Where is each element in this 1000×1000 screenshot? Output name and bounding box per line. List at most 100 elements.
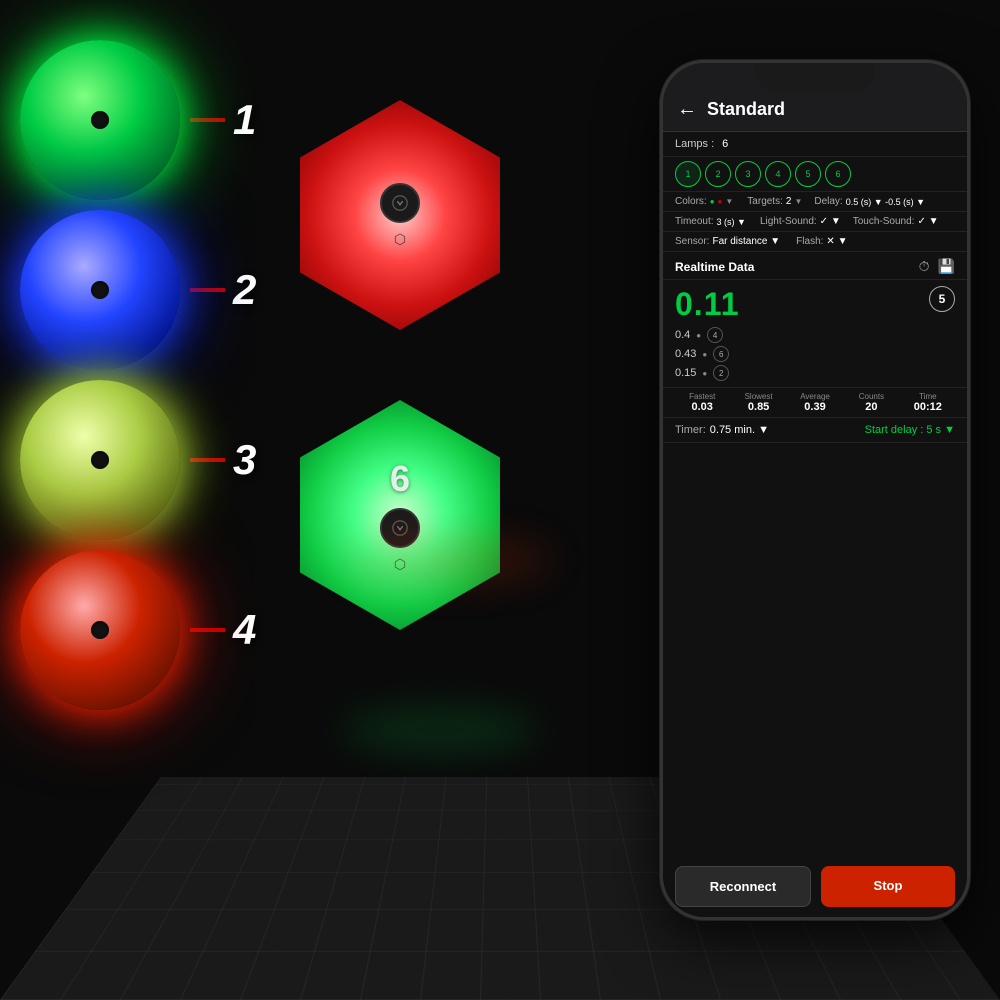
- touch-sound-value[interactable]: ✓ ▼: [917, 216, 938, 227]
- timeout-config: Timeout: 3 (s) ▼: [675, 216, 746, 227]
- data-row-1: 0.4 ● 4: [675, 327, 955, 343]
- clock-icon[interactable]: ⏱: [919, 258, 930, 275]
- ball-item-1: 1: [20, 40, 256, 200]
- hex-inner-red: ⬡: [380, 183, 420, 248]
- lamps-count: 6: [722, 138, 728, 150]
- hex-container-green: 6 ⬡: [300, 400, 500, 630]
- flash-value[interactable]: ✕ ▼: [826, 236, 847, 247]
- timer-left: Timer: 0.75 min. ▼: [675, 424, 769, 436]
- targets-label: Targets:: [747, 196, 783, 207]
- ball-center-dot-3: [91, 451, 109, 469]
- delay-label: Delay:: [814, 196, 842, 207]
- targets-arrow[interactable]: ▼: [794, 197, 802, 206]
- lamps-label: Lamps :: [675, 138, 714, 150]
- timer-label: Timer:: [675, 424, 706, 436]
- lamp-icon-1[interactable]: 1: [675, 161, 701, 187]
- realtime-header: Realtime Data ⏱ 💾: [663, 252, 967, 280]
- ball-label-3: 3: [190, 436, 256, 484]
- main-realtime-value: 0.11: [675, 286, 740, 323]
- light-sound-label: Light-Sound:: [760, 216, 817, 227]
- lamp-icon-2[interactable]: 2: [705, 161, 731, 187]
- sensor-label: Sensor:: [675, 236, 709, 247]
- delay-value: 0.5 (s) ▼ -0.5 (s) ▼: [846, 197, 925, 207]
- data-first-row: 0.11 5: [663, 280, 967, 325]
- slowest-value: 0.85: [748, 401, 769, 413]
- sensor-value[interactable]: Far distance ▼: [712, 236, 780, 247]
- ball-label-4: 4: [190, 606, 256, 654]
- stop-button[interactable]: Stop: [821, 866, 955, 907]
- lamp-icon-6[interactable]: 6: [825, 161, 851, 187]
- targets-value: 2: [786, 196, 792, 207]
- average-label: Average: [800, 392, 830, 401]
- ball-center-dot-2: [91, 281, 109, 299]
- save-icon[interactable]: 💾: [938, 258, 955, 275]
- lamp-icon-4[interactable]: 4: [765, 161, 791, 187]
- flash-label: Flash:: [796, 236, 823, 247]
- hexagon-green: 6 ⬡: [300, 400, 500, 630]
- app-title: Standard: [707, 99, 785, 120]
- dot-red: ●: [718, 197, 723, 206]
- label-dash-2: [190, 288, 225, 292]
- hex-green-glow: [340, 710, 540, 750]
- time-value: 00:12: [914, 401, 942, 413]
- data-rows: 0.4 ● 4 0.43 ● 6 0.15 ● 2: [663, 327, 967, 387]
- ball-item-4: 4: [20, 550, 256, 710]
- ball-number-1: 1: [233, 96, 256, 144]
- sub-num-2: 6: [713, 346, 729, 362]
- stat-average: Average 0.39: [788, 392, 842, 413]
- ball-green: [20, 40, 180, 200]
- ball-item-2: 2: [20, 210, 256, 370]
- main-badge: 5: [929, 286, 955, 312]
- sub-value-3: 0.15: [675, 367, 696, 379]
- ball-label-2: 2: [190, 266, 256, 314]
- hex-number-green: 6: [390, 458, 410, 500]
- lamps-row: Lamps : 6: [663, 132, 967, 157]
- lamp-icon-5[interactable]: 5: [795, 161, 821, 187]
- colors-arrow[interactable]: ▼: [725, 197, 733, 206]
- sub-num-3: 2: [713, 365, 729, 381]
- phone-container: ← Standard Lamps : 6 1 2 3 4 5 6: [660, 60, 970, 920]
- average-value: 0.39: [804, 401, 825, 413]
- timer-row: Timer: 0.75 min. ▼ Start delay : 5 s ▼: [663, 418, 967, 443]
- light-sound-config: Light-Sound: ✓ ▼: [760, 216, 841, 227]
- dot-green: ●: [710, 197, 715, 206]
- fastest-label: Fastest: [689, 392, 715, 401]
- slowest-label: Slowest: [745, 392, 773, 401]
- stat-slowest: Slowest 0.85: [731, 392, 785, 413]
- targets-config: Targets: 2 ▼: [747, 196, 802, 207]
- sub-dot-2: ●: [702, 350, 707, 359]
- config-row-1: Colors: ● ● ▼ Targets: 2 ▼ Delay: 0.5 (s…: [663, 192, 967, 212]
- time-label: Time: [919, 392, 936, 401]
- label-dash-1: [190, 118, 225, 122]
- back-button[interactable]: ←: [677, 98, 697, 121]
- hexagons-section: ⬡ 6 ⬡: [300, 100, 500, 690]
- ball-yellow: [20, 380, 180, 540]
- ball-blue: [20, 210, 180, 370]
- hexagon-red: ⬡: [300, 100, 500, 330]
- touch-sound-config: Touch-Sound: ✓ ▼: [853, 216, 939, 227]
- start-delay-label[interactable]: Start delay : 5 s ▼: [865, 424, 955, 436]
- data-row-3: 0.15 ● 2: [675, 365, 955, 381]
- hex-logo-red: ⬡: [394, 231, 406, 248]
- ball-label-1: 1: [190, 96, 256, 144]
- phone-frame: ← Standard Lamps : 6 1 2 3 4 5 6: [660, 60, 970, 920]
- label-dash-3: [190, 458, 225, 462]
- stat-counts: Counts 20: [844, 392, 898, 413]
- config-row-3: Sensor: Far distance ▼ Flash: ✕ ▼: [663, 232, 967, 252]
- phone-screen: ← Standard Lamps : 6 1 2 3 4 5 6: [663, 63, 967, 917]
- lamp-icon-3[interactable]: 3: [735, 161, 761, 187]
- hex-button-red[interactable]: [380, 183, 420, 223]
- fastest-value: 0.03: [691, 401, 712, 413]
- sub-dot-3: ●: [702, 369, 707, 378]
- hex-container-red: ⬡: [300, 100, 500, 330]
- label-dash-4: [190, 628, 225, 632]
- flash-config: Flash: ✕ ▼: [796, 236, 847, 247]
- reconnect-button[interactable]: Reconnect: [675, 866, 811, 907]
- ball-center-dot-1: [91, 111, 109, 129]
- timer-value[interactable]: 0.75 min. ▼: [710, 424, 769, 436]
- phone-notch: [755, 63, 875, 91]
- ball-number-3: 3: [233, 436, 256, 484]
- light-sound-value[interactable]: ✓ ▼: [820, 216, 841, 227]
- stat-time: Time 00:12: [901, 392, 955, 413]
- counts-label: Counts: [859, 392, 884, 401]
